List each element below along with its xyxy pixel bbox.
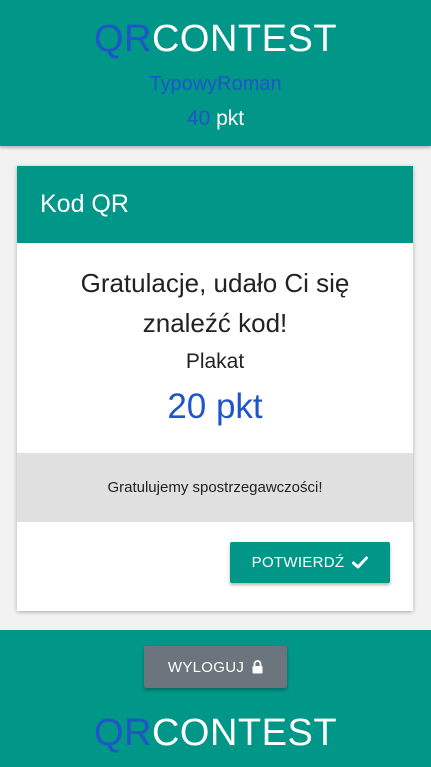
user-points: 40 pkt — [0, 107, 431, 131]
congratulation-message: Gratulujemy spostrzegawczości! — [107, 479, 323, 496]
message-band: Gratulujemy spostrzegawczości! — [17, 453, 413, 522]
header-logo[interactable]: QRCONTEST — [0, 19, 431, 59]
qr-code-name: Plakat — [185, 350, 245, 373]
logout-button[interactable]: WYLOGUJ — [144, 646, 287, 688]
congratulations-text: Gratulacje, udało Ci się znaleźć kod! — [80, 268, 350, 338]
confirm-button[interactable]: POTWIERDŹ — [230, 542, 390, 583]
app-header: QRCONTEST TypowyRoman 40 pkt — [0, 0, 431, 146]
card-title: Kod QR — [40, 190, 129, 218]
logo-contest-text: CONTEST — [151, 712, 338, 754]
qr-code-points: 20 pkt — [167, 387, 263, 426]
app-footer: WYLOGUJ QRCONTEST — [0, 630, 431, 767]
footer-logo[interactable]: QRCONTEST — [0, 713, 431, 753]
user-points-value: 40 — [186, 107, 211, 130]
logo-contest-text: CONTEST — [151, 18, 338, 60]
confirm-button-label: POTWIERDŹ — [251, 554, 345, 571]
qr-code-card: Kod QR Gratulacje, udało Ci się znaleźć … — [17, 166, 413, 611]
user-points-unit: pkt — [216, 107, 245, 130]
logo-qr-text: QR — [93, 18, 152, 60]
lock-icon — [252, 660, 263, 674]
logo-qr-text: QR — [93, 712, 152, 754]
logout-button-label: WYLOGUJ — [167, 658, 245, 676]
username: TypowyRoman — [149, 73, 282, 95]
card-header: Kod QR — [17, 166, 413, 243]
check-icon — [352, 556, 369, 569]
